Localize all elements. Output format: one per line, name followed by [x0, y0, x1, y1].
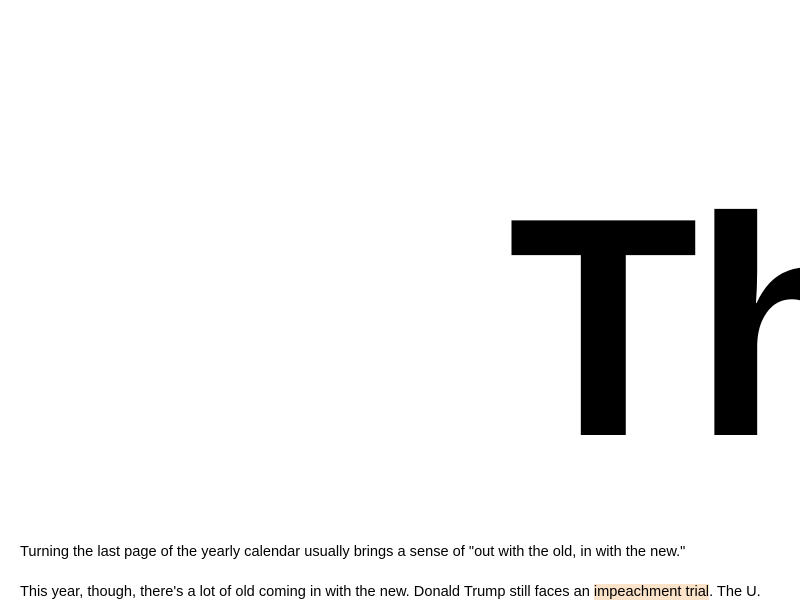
paragraph-2-text-after: . The U. — [709, 584, 761, 600]
paragraph-2-text-before: This year, though, there's a lot of old … — [20, 584, 594, 600]
highlighted-term-link[interactable]: impeachment trial — [593, 584, 710, 600]
article-body: Turning the last page of the yearly cale… — [20, 543, 800, 600]
hero-title-fragment: Th — [508, 154, 800, 502]
article-paragraph-1: Turning the last page of the yearly cale… — [20, 544, 686, 560]
article-paragraph-2: This year, though, there's a lot of old … — [20, 583, 800, 600]
hero-image: Th — [0, 0, 800, 520]
